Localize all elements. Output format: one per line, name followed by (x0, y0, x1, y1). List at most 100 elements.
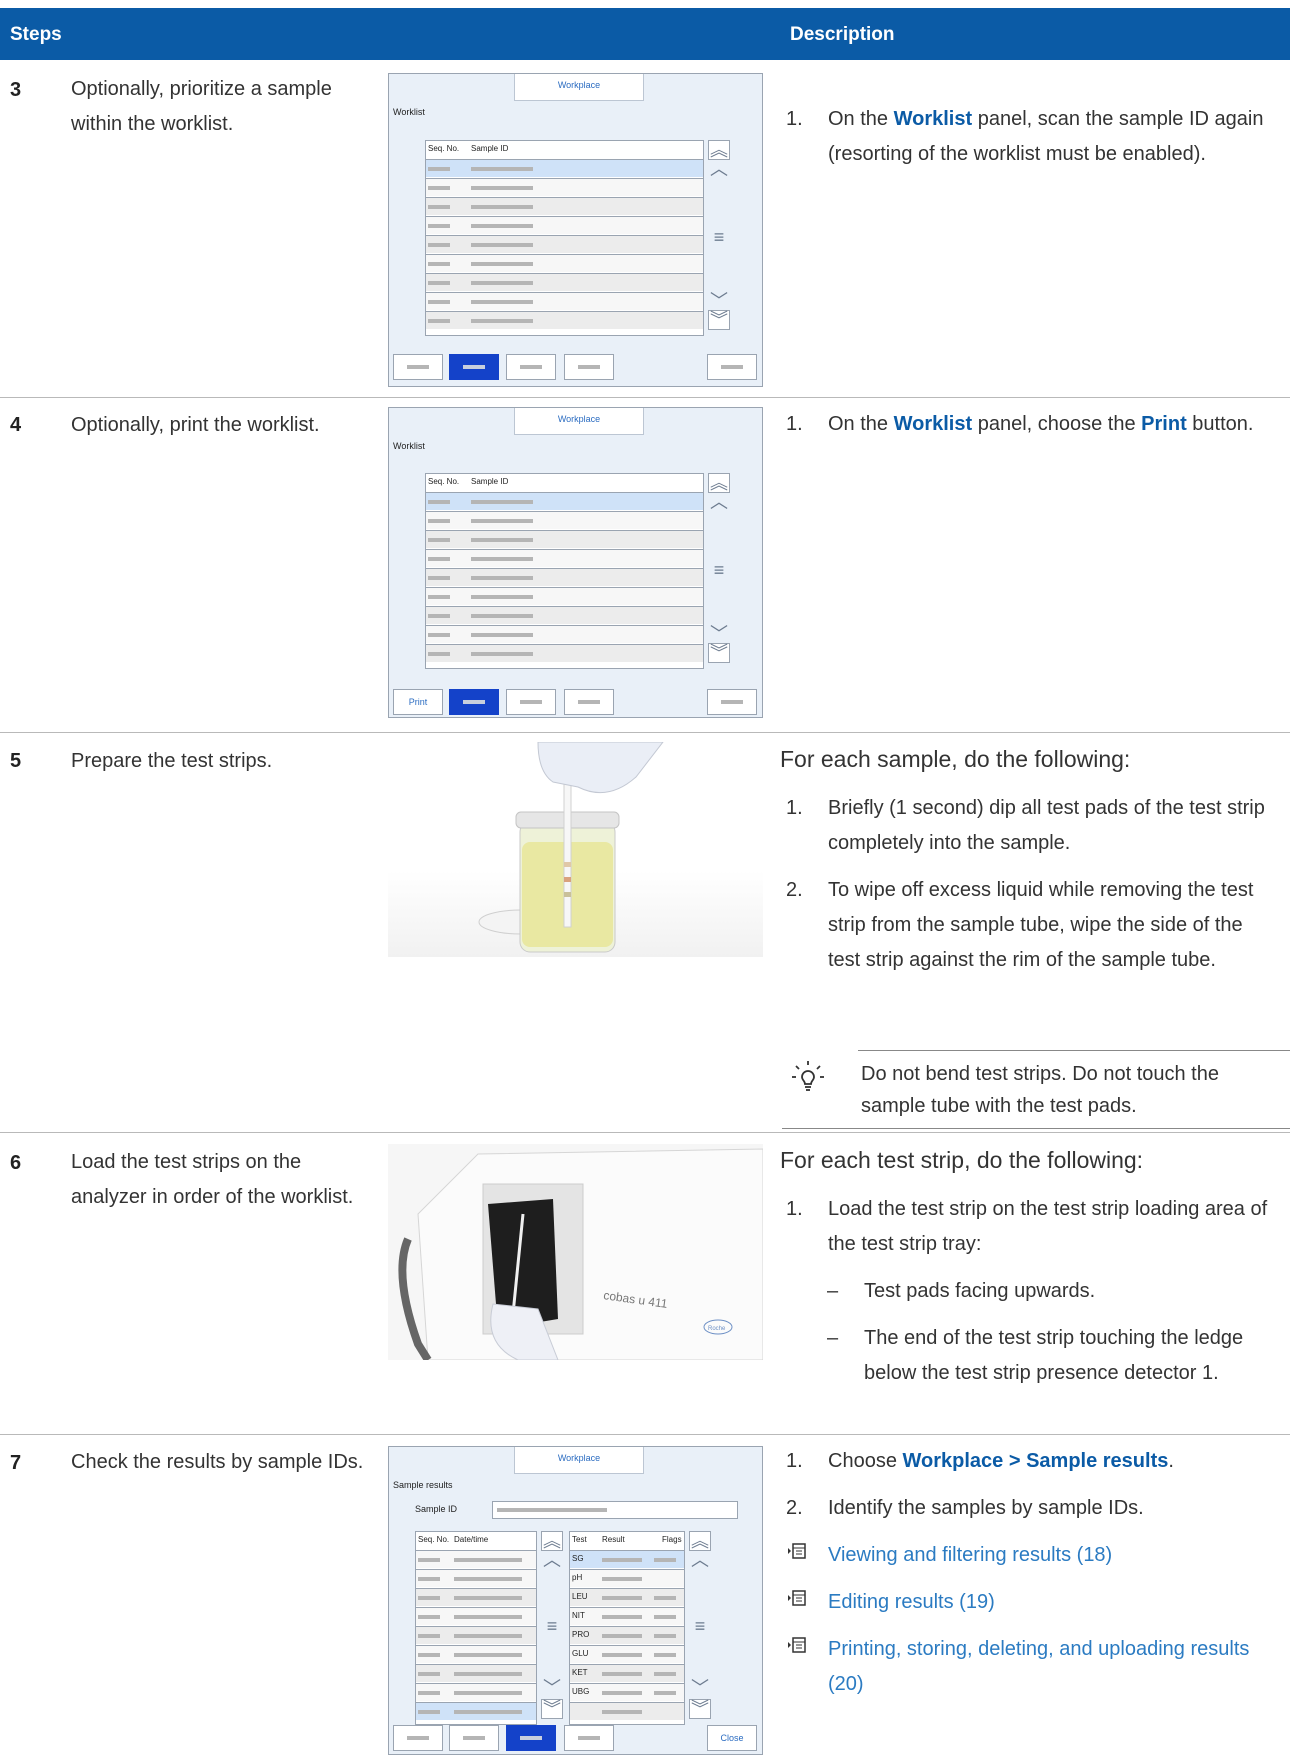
scroll-up-icon[interactable]: ︿ (539, 1551, 565, 1569)
sub-list-item: The end of the test strip touching the l… (864, 1327, 1244, 1384)
analyzer-photo: cobas u 411 Roche (388, 1144, 763, 1360)
table-row[interactable] (426, 311, 703, 329)
scroll-down-icon[interactable]: ﹀ (687, 1679, 713, 1697)
tab-workplace[interactable]: Workplace (514, 408, 644, 435)
test-name: UBG (572, 1687, 590, 1696)
ui-term: Worklist (893, 108, 973, 130)
toolbar-button[interactable] (506, 354, 556, 380)
tab-workplace[interactable]: Workplace (514, 74, 644, 101)
table-row[interactable] (426, 492, 703, 510)
list-item: Identify the samples by sample IDs. (828, 1497, 1144, 1519)
step-text: Optionally, prioritize a sample within t… (71, 78, 332, 135)
step-description: For each sample, do the following: 1. Bri… (780, 742, 1280, 990)
print-button[interactable]: Print (393, 689, 443, 715)
scroll-thumb-icon[interactable]: ≡ (687, 1617, 713, 1635)
toolbar-button[interactable] (506, 689, 556, 715)
scroll-thumb-icon[interactable]: ≡ (706, 561, 732, 579)
table-row[interactable] (426, 644, 703, 662)
toolbar-button[interactable] (393, 1725, 443, 1751)
table-row[interactable] (416, 1607, 536, 1625)
page-down-button[interactable]: ︾ (689, 1699, 711, 1719)
page-up-button[interactable]: ︽ (708, 473, 730, 493)
table-row[interactable] (426, 511, 703, 529)
close-button[interactable]: Close (707, 1725, 757, 1751)
toolbar-button[interactable] (393, 354, 443, 380)
scrollbar[interactable]: ︽ ︿ ≡ ﹀ ︾ (687, 1531, 713, 1723)
list-item: To wipe off excess liquid while removing… (828, 879, 1254, 971)
table-row[interactable] (416, 1702, 536, 1720)
page-up-button[interactable]: ︽ (708, 140, 730, 160)
table-row[interactable] (426, 292, 703, 310)
scroll-thumb-icon[interactable]: ≡ (706, 228, 732, 246)
toolbar-button-active[interactable] (506, 1725, 556, 1751)
link-viewing-results[interactable]: Viewing and filtering results (18) (780, 1538, 1280, 1573)
steps-column-header: Steps (10, 24, 62, 45)
page-down-button[interactable]: ︾ (708, 310, 730, 330)
worklist-table: Seq. No. Sample ID (425, 473, 704, 669)
table-row[interactable] (426, 273, 703, 291)
table-row[interactable] (426, 235, 703, 253)
sample-results-screen: Workplace Sample results Sample ID Seq. … (388, 1446, 763, 1755)
page-up-button[interactable]: ︽ (541, 1531, 563, 1551)
table-row[interactable] (426, 568, 703, 586)
scroll-thumb-icon[interactable]: ≡ (539, 1617, 565, 1635)
toolbar-button[interactable] (564, 1725, 614, 1751)
step-text: Load the test strips on the analyzer in … (71, 1151, 354, 1208)
table-row[interactable] (426, 216, 703, 234)
scroll-down-icon[interactable]: ﹀ (706, 625, 732, 643)
table-row[interactable] (426, 549, 703, 567)
table-row[interactable] (416, 1645, 536, 1663)
scroll-down-icon[interactable]: ﹀ (539, 1679, 565, 1697)
table-row[interactable] (416, 1664, 536, 1682)
table-row[interactable] (426, 178, 703, 196)
scroll-down-icon[interactable]: ﹀ (706, 292, 732, 310)
col-seq-no: Seq. No. (418, 1535, 450, 1544)
scrollbar[interactable]: ︽ ︿ ≡ ﹀ ︾ (539, 1531, 565, 1723)
sample-tube-photo (388, 742, 763, 957)
toolbar-button[interactable] (449, 1725, 499, 1751)
toolbar-button[interactable] (564, 354, 614, 380)
step-text: Optionally, print the worklist. (71, 414, 320, 436)
page-down-button[interactable]: ︾ (541, 1699, 563, 1719)
table-row[interactable] (426, 197, 703, 215)
step-number: 3 (10, 79, 22, 101)
scrollbar[interactable]: ︽ ︿ ≡ ﹀ ︾ (706, 473, 732, 667)
toolbar-button-active[interactable] (449, 354, 499, 380)
toolbar-button[interactable] (707, 689, 757, 715)
step-text: Check the results by sample IDs. (71, 1451, 364, 1473)
ui-term: Worklist (893, 413, 973, 435)
link-printing-results[interactable]: Printing, storing, deleting, and uploadi… (780, 1632, 1280, 1702)
table-row[interactable] (416, 1550, 536, 1568)
scroll-up-icon[interactable]: ︿ (706, 160, 732, 178)
col-seq-no: Seq. No. (428, 477, 460, 486)
page-down-button[interactable]: ︾ (708, 643, 730, 663)
scroll-up-icon[interactable]: ︿ (706, 493, 732, 511)
toolbar-button[interactable] (564, 689, 614, 715)
table-row[interactable] (416, 1588, 536, 1606)
tip-text: Do not bend test strips. Do not touch th… (861, 1063, 1219, 1117)
table-row[interactable] (426, 530, 703, 548)
table-row[interactable] (426, 625, 703, 643)
toolbar-button-active[interactable] (449, 689, 499, 715)
scroll-up-icon[interactable]: ︿ (687, 1551, 713, 1569)
test-name: GLU (572, 1649, 589, 1658)
toolbar-button[interactable] (707, 354, 757, 380)
tab-workplace[interactable]: Workplace (514, 1447, 644, 1474)
table-row[interactable] (426, 606, 703, 624)
table-row[interactable] (416, 1569, 536, 1587)
test-name: PRO (572, 1630, 590, 1639)
table-row[interactable] (416, 1626, 536, 1644)
table-row[interactable] (426, 587, 703, 605)
table-row[interactable] (426, 254, 703, 272)
step-number: 4 (10, 414, 22, 436)
step-text: Prepare the test strips. (71, 750, 273, 772)
scrollbar[interactable]: ︽ ︿ ≡ ﹀ ︾ (706, 140, 732, 334)
roche-logo: Roche (708, 1326, 726, 1332)
page-up-button[interactable]: ︽ (689, 1531, 711, 1551)
link-editing-results[interactable]: Editing results (19) (780, 1585, 1280, 1620)
table-row[interactable] (426, 159, 703, 177)
test-name: KET (572, 1668, 588, 1677)
sample-id-field[interactable] (492, 1501, 738, 1519)
table-row[interactable] (416, 1683, 536, 1701)
ui-term: Workplace > Sample results (902, 1450, 1169, 1472)
